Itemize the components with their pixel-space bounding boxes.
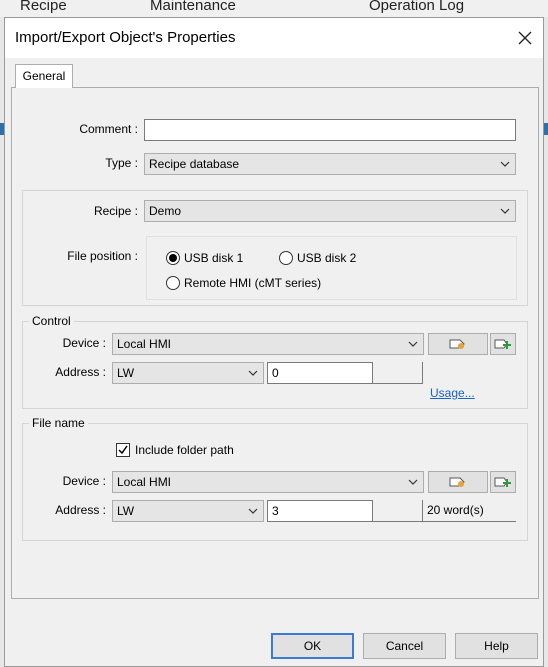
close-icon [518,31,532,45]
remote-hmi-radio[interactable] [166,276,180,290]
file-address-type-value: LW [117,504,135,518]
file-address-extension [373,500,423,522]
background-selection-marker [544,123,548,135]
background-tab-maintenance[interactable]: Maintenance [150,0,236,14]
general-tab-panel: Comment : Type : Recipe database Recipe … [11,87,539,599]
file-device-select[interactable]: Local HMI [112,471,424,493]
device-settings-icon [449,339,465,349]
control-device-value: Local HMI [117,337,172,351]
file-position-box [146,236,517,300]
comment-label: Comment : [79,122,138,136]
control-address-type-value: LW [117,366,135,380]
control-group-title: Control [29,314,74,328]
chevron-down-icon [248,370,258,376]
control-add-device-button[interactable] [490,333,516,355]
chevron-down-icon [500,208,510,214]
import-export-dialog: Import/Export Object's Properties Genera… [4,17,544,667]
tab-general[interactable]: General [15,64,73,88]
radio-selected-dot [169,254,177,262]
dialog-titlebar: Import/Export Object's Properties [5,18,543,58]
control-device-select[interactable]: Local HMI [112,333,424,355]
usb-disk-2-radio[interactable] [279,251,293,265]
chevron-down-icon [500,161,510,167]
chevron-down-icon [248,508,258,514]
file-add-device-button[interactable] [490,471,516,493]
ok-button[interactable]: OK [271,633,354,659]
add-device-icon [494,339,511,349]
background-tab-strip: Recipe Maintenance Operation Log [0,0,548,18]
file-address-input[interactable]: 3 [267,500,373,522]
remote-hmi-label: Remote HMI (cMT series) [184,276,322,290]
type-label: Type : [105,156,138,170]
dialog-title: Import/Export Object's Properties [15,29,236,46]
background-tab-recipe[interactable]: Recipe [20,0,67,14]
chevron-down-icon [408,341,418,347]
chevron-down-icon [408,479,418,485]
comment-input[interactable] [144,119,516,141]
add-device-icon [494,477,511,487]
recipe-select-value: Demo [149,204,182,218]
checkmark-icon [118,445,128,455]
type-select[interactable]: Recipe database [144,153,516,175]
usb-disk-2-label: USB disk 2 [297,251,357,265]
cancel-button[interactable]: Cancel [363,633,446,659]
include-folder-path-label: Include folder path [135,443,234,457]
file-device-label: Device : [62,474,106,488]
file-position-label: File position : [67,249,138,263]
recipe-label: Recipe : [93,204,138,218]
file-device-settings-button[interactable] [428,471,488,493]
usb-disk-1-label: USB disk 1 [184,251,244,265]
control-address-input[interactable]: 0 [267,362,373,384]
file-address-size-text: 20 word(s) [427,503,484,517]
control-address-label: Address : [55,365,106,379]
file-address-type-select[interactable]: LW [112,500,264,522]
control-address-type-select[interactable]: LW [112,362,264,384]
control-device-label: Device : [62,336,106,350]
file-address-size-box: 20 word(s) [423,500,516,522]
file-address-label: Address : [55,503,106,517]
usage-link[interactable]: Usage... [430,386,475,400]
control-device-settings-button[interactable] [428,333,488,355]
usb-disk-1-radio[interactable] [166,251,180,265]
file-name-group-title: File name [29,416,88,430]
close-button[interactable] [513,26,537,50]
control-address-extension [373,362,423,384]
help-button[interactable]: Help [455,633,538,659]
include-folder-path-checkbox[interactable] [116,443,130,457]
device-settings-icon [449,477,465,487]
background-tab-operation-log[interactable]: Operation Log [369,0,464,14]
type-select-value: Recipe database [149,157,240,171]
recipe-select[interactable]: Demo [144,200,516,222]
file-device-value: Local HMI [117,475,172,489]
